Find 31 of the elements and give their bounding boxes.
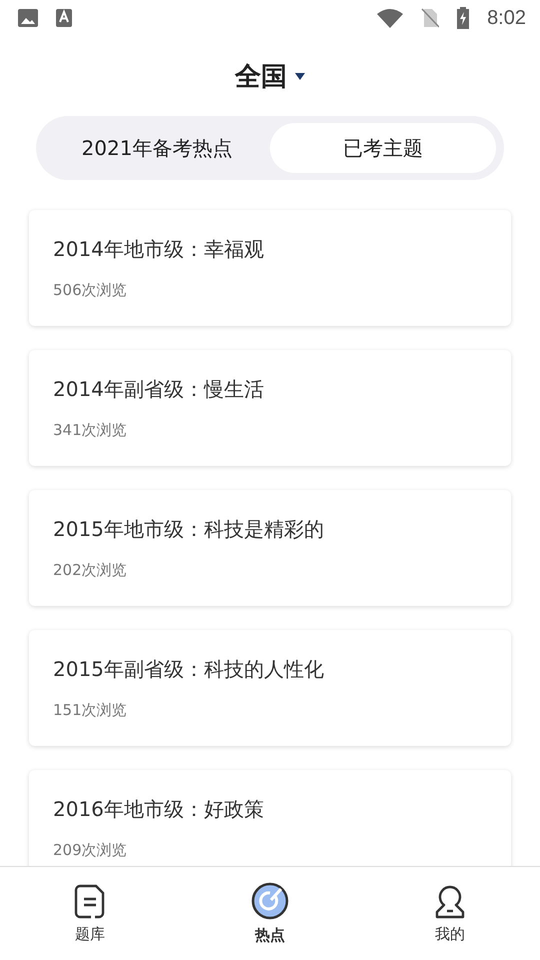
nav-tab[interactable]: 热点 <box>180 867 360 960</box>
person-icon <box>433 883 467 919</box>
battery-icon <box>457 7 470 29</box>
topic-card[interactable]: 2014年副省级：慢生活 341次浏览 <box>29 350 511 466</box>
no-sim-icon <box>421 8 440 28</box>
topic-title: 2014年副省级：慢生活 <box>53 376 265 403</box>
view-count: 341次浏览 <box>53 421 128 440</box>
text-icon <box>56 9 72 27</box>
wifi-icon <box>377 8 404 28</box>
topic-card[interactable]: 2015年地市级：科技是精彩的 202次浏览 <box>29 490 511 606</box>
image-icon <box>18 9 38 27</box>
view-count: 151次浏览 <box>53 701 128 720</box>
segment-tab[interactable]: 已考主题 <box>270 123 496 173</box>
topic-card[interactable]: 2014年地市级：幸福观 506次浏览 <box>29 210 511 326</box>
topic-title: 2015年副省级：科技的人性化 <box>53 656 325 683</box>
document-icon <box>73 883 107 919</box>
view-count: 209次浏览 <box>53 841 128 860</box>
nav-tab[interactable]: 题库 <box>0 867 180 960</box>
view-count: 506次浏览 <box>53 281 128 300</box>
topic-title: 2014年地市级：幸福观 <box>53 236 265 263</box>
topic-title: 2015年地市级：科技是精彩的 <box>53 516 325 543</box>
nav-tab[interactable]: 我的 <box>360 867 540 960</box>
clock: 8:02 <box>487 6 526 30</box>
region-title[interactable]: 全国 <box>235 58 287 94</box>
target-icon <box>251 882 289 920</box>
topic-card[interactable]: 2016年地市级：好政策 209次浏览 <box>29 770 511 866</box>
segment-tab[interactable]: 2021年备考热点 <box>44 123 270 173</box>
topic-card[interactable]: 2015年副省级：科技的人性化 151次浏览 <box>29 630 511 746</box>
view-count: 202次浏览 <box>53 561 128 580</box>
topic-title: 2016年地市级：好政策 <box>53 796 265 823</box>
dropdown-caret-icon <box>295 72 305 80</box>
